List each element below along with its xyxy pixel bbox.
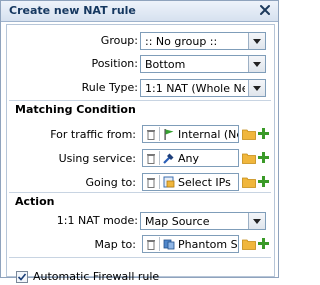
divider [9,100,271,101]
folder-icon[interactable] [242,238,256,250]
add-icon[interactable] [258,152,269,163]
using-service-field[interactable]: Any [142,149,239,167]
folder-icon[interactable] [242,176,256,188]
chevron-down-icon[interactable] [248,56,265,72]
divider [9,192,271,193]
checkmark-icon [17,273,27,281]
map-to-field[interactable]: Phantom Subnet [142,235,239,253]
chevron-down-icon[interactable] [248,33,265,49]
trash-icon[interactable] [146,238,156,250]
nat-mode-select-value: Map Source [145,215,210,228]
rule-type-select-value: 1:1 NAT (Whole Network) [145,82,245,95]
position-label: Position: [91,57,138,70]
group-select-value: :: No group :: [145,35,218,48]
close-icon[interactable] [258,3,272,17]
position-select[interactable]: Bottom [140,55,266,73]
folder-icon[interactable] [242,128,256,140]
field-separator [159,151,160,165]
matching-condition-heading: Matching Condition [15,103,136,116]
trash-icon[interactable] [146,176,156,188]
trash-icon[interactable] [146,152,156,164]
group-select[interactable]: :: No group :: [140,32,266,50]
create-nat-rule-dialog: Create new NAT rule Group: :: No group :… [0,0,279,283]
chevron-down-icon[interactable] [248,80,265,96]
action-heading: Action [15,195,55,208]
auto-firewall-checkbox[interactable] [16,271,28,283]
nat-mode-select[interactable]: Map Source [140,212,266,230]
dialog-titlebar[interactable]: Create new NAT rule [1,1,278,22]
service-any-icon [163,153,174,164]
ip-list-icon [163,176,175,188]
using-service-value: Any [178,152,200,165]
traffic-from-field[interactable]: Internal (Network) [142,125,239,143]
chevron-down-icon[interactable] [248,213,265,229]
folder-icon[interactable] [242,152,256,164]
group-label: Group: [100,34,138,47]
trash-icon[interactable] [146,128,156,140]
map-to-label: Map to: [94,238,136,251]
add-icon[interactable] [258,128,269,139]
divider [9,257,271,258]
going-to-label: Going to: [85,176,136,189]
nat-mode-label: 1:1 NAT mode: [56,214,138,227]
traffic-from-value: Internal (Network) [178,128,238,141]
rule-type-label: Rule Type: [81,81,138,94]
going-to-value: Select IPs [178,176,231,189]
dialog-title: Create new NAT rule [9,4,136,17]
dialog-content: Group: :: No group :: Position: Bottom R… [6,24,275,283]
green-flag-icon [164,129,174,140]
auto-firewall-label[interactable]: Automatic Firewall rule [33,270,159,283]
map-to-value: Phantom Subnet [178,238,238,251]
field-separator [159,237,160,251]
rule-type-select[interactable]: 1:1 NAT (Whole Network) [140,79,266,97]
field-separator [159,127,160,141]
going-to-field[interactable]: Select IPs [142,173,239,191]
add-icon[interactable] [258,176,269,187]
field-separator [159,175,160,189]
traffic-from-label: For traffic from: [50,128,136,141]
using-service-label: Using service: [58,152,136,165]
add-icon[interactable] [258,238,269,249]
network-object-icon [163,239,175,250]
position-select-value: Bottom [145,58,186,71]
